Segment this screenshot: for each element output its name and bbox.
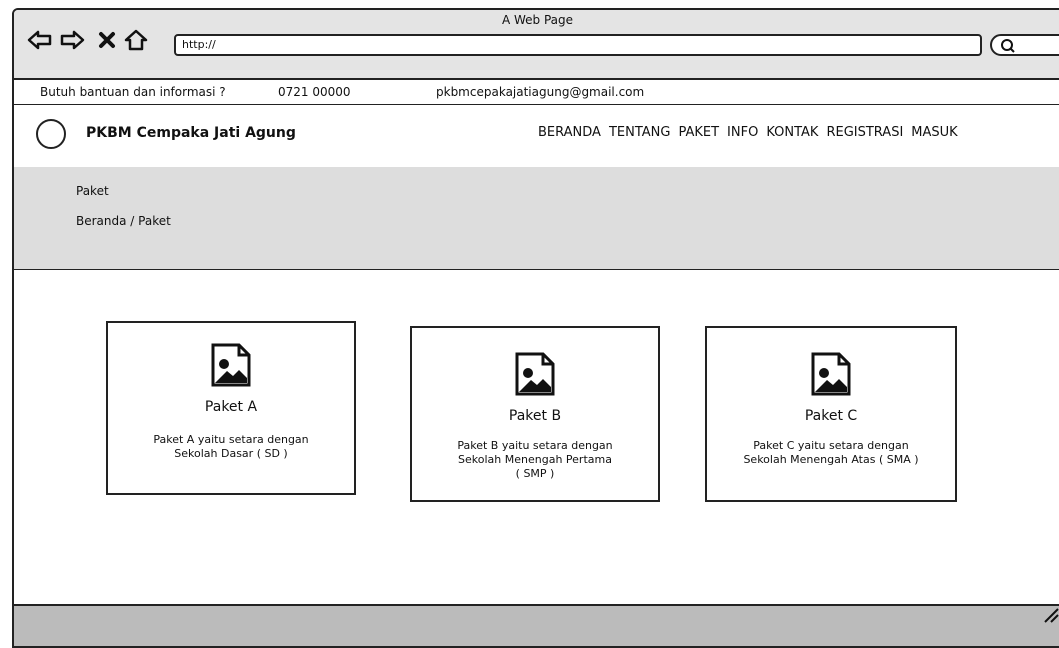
card-desc-line2: Sekolah Dasar ( SD ) (174, 447, 288, 460)
card-title: Paket A (204, 399, 258, 415)
menu-item-kontak[interactable]: KONTAK (766, 125, 818, 140)
menu-item-registrasi[interactable]: REGISTRASI (826, 125, 903, 140)
card-desc-line3: ( SMP ) (515, 467, 555, 480)
card-desc-line2: Sekolah Menengah Pertama (458, 453, 612, 466)
main-menu: BERANDA TENTANG PAKET INFO KONTAK REGIST… (538, 125, 958, 140)
card-desc-line2: Sekolah Menengah Atas ( SMA ) (743, 453, 919, 466)
search-icon (1001, 39, 1015, 53)
resize-handle-icon[interactable] (1041, 605, 1059, 623)
logo[interactable] (36, 119, 66, 149)
brand-name[interactable]: PKBM Cempaka Jati Agung (86, 125, 296, 141)
card-title: Paket C (804, 408, 858, 424)
banner-title: Paket (76, 184, 109, 198)
menu-item-info[interactable]: INFO (727, 125, 758, 140)
card-paket-c[interactable]: Paket C Paket C yaitu setara dengan Seko… (705, 326, 957, 502)
image-placeholder-icon (811, 352, 851, 396)
menu-item-paket[interactable]: PAKET (678, 125, 719, 140)
browser-toolbar: A Web Page http:// (14, 10, 1059, 80)
breadcrumb[interactable]: Beranda / Paket (76, 214, 171, 228)
email-address[interactable]: pkbmcepakajatiagung@gmail.com (436, 85, 644, 99)
card-desc-line1: Paket A yaitu setara dengan (153, 433, 309, 446)
footer (14, 604, 1059, 646)
page-banner: Paket Beranda / Paket (14, 167, 1059, 270)
menu-item-masuk[interactable]: MASUK (911, 125, 957, 140)
url-input[interactable]: http:// (174, 34, 982, 56)
image-placeholder-icon (515, 352, 555, 396)
search-button[interactable] (990, 34, 1059, 56)
help-text: Butuh bantuan dan informasi ? (40, 85, 226, 99)
phone-number: 0721 00000 (278, 85, 351, 99)
image-placeholder-icon (211, 343, 251, 387)
site-header: PKBM Cempaka Jati Agung BERANDA TENTANG … (14, 105, 1059, 168)
card-desc-line1: Paket B yaitu setara dengan (457, 439, 613, 452)
info-bar: Butuh bantuan dan informasi ? 0721 00000… (14, 80, 1059, 105)
card-paket-b[interactable]: Paket B Paket B yaitu setara dengan Seko… (410, 326, 660, 502)
menu-item-tentang[interactable]: TENTANG (609, 125, 671, 140)
card-title: Paket B (508, 408, 562, 424)
menu-item-beranda[interactable]: BERANDA (538, 125, 601, 140)
card-paket-a[interactable]: Paket A Paket A yaitu setara dengan Seko… (106, 321, 356, 495)
page-title: A Web Page (501, 13, 574, 27)
home-icon[interactable] (122, 26, 150, 54)
close-icon[interactable] (94, 26, 122, 54)
browser-window: A Web Page http:// Butuh bantuan dan inf… (12, 8, 1059, 648)
card-desc-line1: Paket C yaitu setara dengan (753, 439, 909, 452)
back-arrow-icon[interactable] (26, 26, 54, 54)
forward-arrow-icon[interactable] (58, 26, 86, 54)
